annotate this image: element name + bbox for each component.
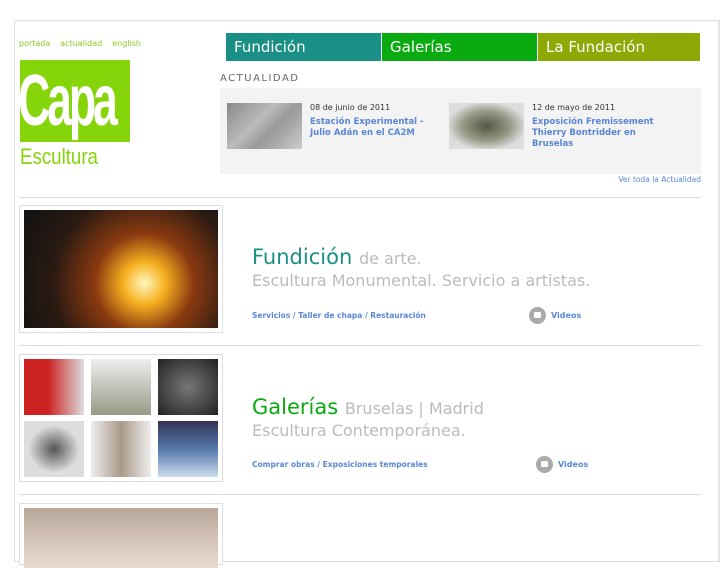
section-title[interactable]: Fundición xyxy=(252,245,352,269)
news-item-1: 08 de junio de 2011 Estación Experimenta… xyxy=(310,103,440,139)
news-thumb-1[interactable] xyxy=(227,103,302,149)
gallery-thumb xyxy=(24,421,84,477)
gallery-thumb xyxy=(91,359,151,415)
see-all-news-link[interactable]: Ver toda la Actualidad xyxy=(618,175,701,184)
news-date: 12 de mayo de 2011 xyxy=(532,103,616,112)
gallery-thumb xyxy=(91,421,151,477)
galerias-section-text: Galerías Bruselas | Madrid Escultura Con… xyxy=(252,395,484,440)
divider xyxy=(19,197,701,198)
galerias-image-box[interactable] xyxy=(19,354,223,482)
gallery-thumb xyxy=(24,359,84,415)
fundicion-links[interactable]: Servicios / Taller de chapa / Restauraci… xyxy=(252,311,426,320)
nav-la-fundacion[interactable]: La Fundación xyxy=(538,33,700,61)
news-thumb-2[interactable] xyxy=(449,103,524,149)
fundicion-section-text: Fundición de arte. Escultura Monumental.… xyxy=(252,245,590,290)
news-heading: ACTUALIDAD xyxy=(220,73,300,84)
gallery-thumb xyxy=(158,359,218,415)
fundicion-photo xyxy=(24,210,218,328)
news-title[interactable]: Estación Experimental - Julio Adán en el… xyxy=(310,117,440,139)
videos-label: Videos xyxy=(551,311,582,320)
divider xyxy=(19,345,701,346)
section-title[interactable]: Galerías xyxy=(252,395,338,419)
section-subtitle: de arte. xyxy=(358,249,422,268)
third-photo xyxy=(24,508,218,568)
section-tagline: Escultura Contemporánea. xyxy=(252,421,466,440)
galerias-links[interactable]: Comprar obras / Exposiciones temporales xyxy=(252,460,428,469)
section-subtitle: Bruselas | Madrid xyxy=(344,399,484,418)
third-image-box[interactable] xyxy=(19,503,223,568)
videos-label: Videos xyxy=(558,460,589,469)
fundicion-image-box[interactable] xyxy=(19,205,223,333)
news-box: 08 de junio de 2011 Estación Experimenta… xyxy=(220,88,701,174)
galerias-photo-grid xyxy=(24,359,218,477)
video-icon xyxy=(529,307,546,324)
logo[interactable]: Capa Escultura xyxy=(20,60,130,170)
gallery-thumb xyxy=(158,421,218,477)
top-links: portada actualidad english xyxy=(19,39,141,48)
fundicion-videos-link[interactable]: Videos xyxy=(529,307,581,324)
logo-capa: Capa xyxy=(20,61,118,141)
divider xyxy=(19,494,701,495)
nav-galerias[interactable]: Galerías xyxy=(382,33,537,61)
section-tagline: Escultura Monumental. Servicio a artista… xyxy=(252,271,591,290)
galerias-videos-link[interactable]: Videos xyxy=(536,456,588,473)
news-item-2: 12 de mayo de 2011 Exposición Fremisseme… xyxy=(532,103,672,150)
news-date: 08 de junio de 2011 xyxy=(310,103,391,112)
link-portada[interactable]: portada xyxy=(19,39,50,48)
nav-fundicion[interactable]: Fundición xyxy=(226,33,381,61)
logo-escultura: Escultura xyxy=(20,144,98,169)
video-icon xyxy=(536,456,553,473)
link-english[interactable]: english xyxy=(112,39,141,48)
link-actualidad[interactable]: actualidad xyxy=(60,39,102,48)
news-title[interactable]: Exposición Fremissement Thierry Bontridd… xyxy=(532,117,672,150)
